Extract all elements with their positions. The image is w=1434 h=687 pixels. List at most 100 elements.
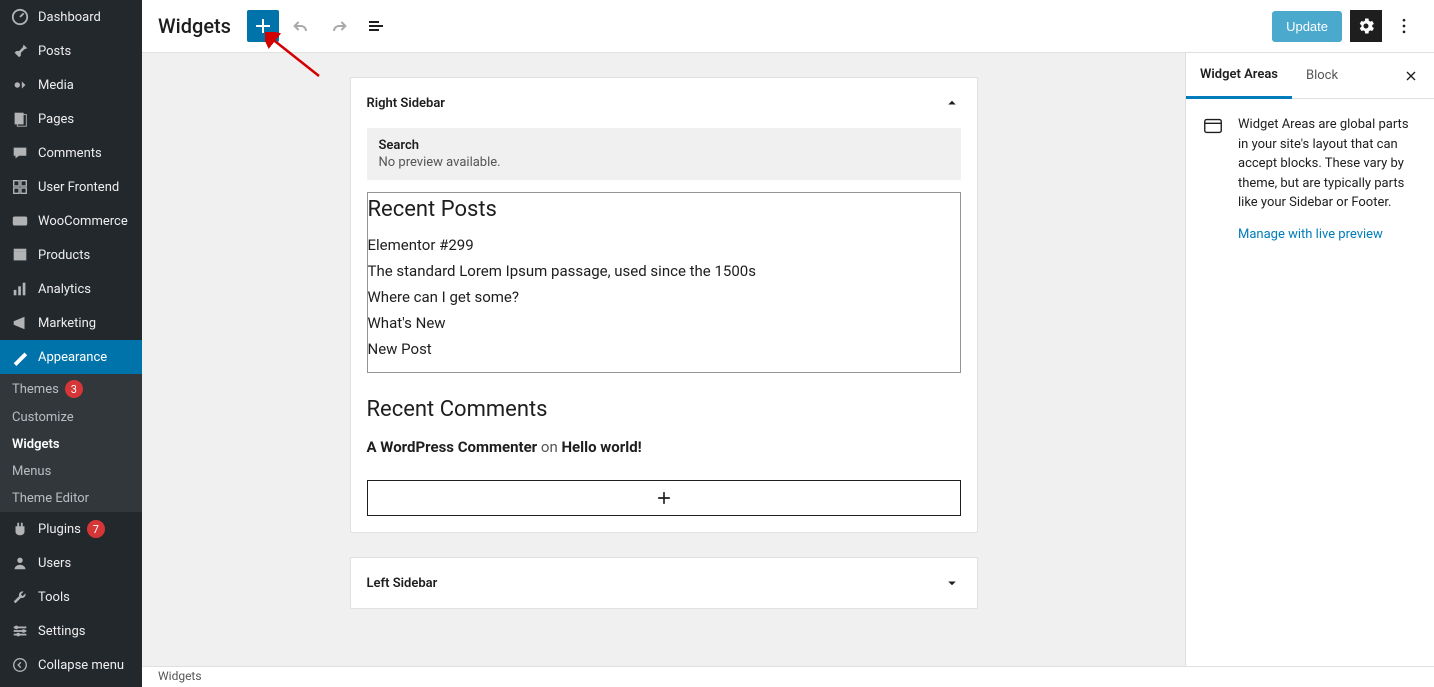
sidebar-item-label: Appearance bbox=[38, 350, 107, 365]
sidebar-item-users[interactable]: Users bbox=[0, 546, 142, 580]
submenu-label: Customize bbox=[12, 410, 74, 425]
recent-comments-block[interactable]: Recent Comments A WordPress Commenter on… bbox=[367, 389, 961, 456]
sidebar-item-label: User Frontend bbox=[38, 180, 119, 195]
submenu-item-menus[interactable]: Menus bbox=[0, 458, 142, 485]
sidebar-item-marketing[interactable]: Marketing bbox=[0, 306, 142, 340]
submenu-item-theme-editor[interactable]: Theme Editor bbox=[0, 485, 142, 512]
submenu-item-themes[interactable]: Themes 3 bbox=[0, 374, 142, 404]
appearance-icon bbox=[10, 347, 30, 367]
submenu-label: Menus bbox=[12, 464, 51, 479]
analytics-icon bbox=[10, 279, 30, 299]
sidebar-item-analytics[interactable]: Analytics bbox=[0, 272, 142, 306]
sidebar-item-label: Plugins bbox=[38, 522, 81, 537]
submenu-label: Themes bbox=[12, 382, 59, 397]
userfrontend-icon bbox=[10, 177, 30, 197]
submenu-item-customize[interactable]: Customize bbox=[0, 404, 142, 431]
editor-header: Widgets Update bbox=[142, 0, 1434, 53]
widget-area-header[interactable]: Right Sidebar bbox=[351, 78, 977, 128]
tab-widget-areas[interactable]: Widget Areas bbox=[1186, 53, 1292, 99]
plus-icon bbox=[654, 488, 674, 508]
recent-post-item[interactable]: Where can I get some? bbox=[368, 284, 960, 310]
block-title: Recent Comments bbox=[367, 389, 961, 438]
sidebar-item-label: Media bbox=[38, 78, 74, 93]
panel-description: Widget Areas are global parts in your si… bbox=[1238, 115, 1418, 213]
sidebar-item-label: Comments bbox=[38, 146, 102, 161]
chevron-up-icon bbox=[943, 94, 961, 112]
woo-icon bbox=[10, 211, 30, 231]
comment-post: Hello world! bbox=[561, 438, 641, 456]
comment-line: A WordPress Commenter on Hello world! bbox=[367, 438, 961, 456]
add-block-button[interactable] bbox=[367, 480, 961, 516]
sidebar-item-dashboard[interactable]: Dashboard bbox=[0, 0, 142, 34]
recent-post-item[interactable]: What's New bbox=[368, 310, 960, 336]
submenu-item-widgets[interactable]: Widgets bbox=[0, 431, 142, 458]
sidebar-item-media[interactable]: Media bbox=[0, 68, 142, 102]
badge: 7 bbox=[87, 520, 105, 538]
settings-icon bbox=[10, 621, 30, 641]
recent-posts-block[interactable]: Recent Posts Elementor #299The standard … bbox=[367, 192, 961, 373]
sidebar-item-products[interactable]: Products bbox=[0, 238, 142, 272]
comment-on: on bbox=[537, 438, 561, 456]
comments-icon bbox=[10, 143, 30, 163]
widget-area-title: Left Sidebar bbox=[367, 576, 438, 591]
widget-areas-icon bbox=[1202, 115, 1226, 242]
legacy-widget-subtitle: No preview available. bbox=[379, 155, 949, 170]
widget-area-header[interactable]: Left Sidebar bbox=[351, 558, 977, 608]
widget-area-right-sidebar: Right Sidebar Search No preview availabl… bbox=[350, 77, 978, 533]
sidebar-item-plugins[interactable]: Plugins 7 bbox=[0, 512, 142, 546]
sidebar-item-settings[interactable]: Settings bbox=[0, 614, 142, 648]
sidebar-item-label: Tools bbox=[38, 590, 70, 605]
collapse-icon bbox=[10, 655, 30, 675]
badge: 3 bbox=[65, 380, 83, 398]
sidebar-item-appearance[interactable]: Appearance bbox=[0, 340, 142, 374]
legacy-widget-search[interactable]: Search No preview available. bbox=[367, 128, 961, 180]
settings-button[interactable] bbox=[1350, 10, 1382, 42]
settings-tabs: Widget Areas Block bbox=[1186, 53, 1434, 99]
sidebar-item-label: Products bbox=[38, 248, 90, 263]
widget-area-title: Right Sidebar bbox=[367, 96, 445, 111]
sidebar-item-label: Analytics bbox=[38, 282, 91, 297]
manage-live-preview-link[interactable]: Manage with live preview bbox=[1238, 227, 1418, 242]
add-block-toggle[interactable] bbox=[247, 10, 279, 42]
chevron-down-icon bbox=[943, 574, 961, 592]
users-icon bbox=[10, 553, 30, 573]
update-button[interactable]: Update bbox=[1272, 11, 1342, 42]
sidebar-item-posts[interactable]: Posts bbox=[0, 34, 142, 68]
sidebar-item-pages[interactable]: Pages bbox=[0, 102, 142, 136]
redo-button[interactable] bbox=[323, 10, 355, 42]
page-title: Widgets bbox=[158, 14, 231, 38]
sidebar-item-label: WooCommerce bbox=[38, 214, 128, 229]
close-panel-button[interactable] bbox=[1396, 61, 1426, 91]
sidebar-item-label: Marketing bbox=[38, 316, 96, 331]
sidebar-item-collapse-menu[interactable]: Collapse menu bbox=[0, 648, 142, 682]
tools-icon bbox=[10, 587, 30, 607]
widget-area-left-sidebar: Left Sidebar bbox=[350, 557, 978, 609]
list-view-button[interactable] bbox=[361, 10, 393, 42]
pin-icon bbox=[10, 41, 30, 61]
undo-button[interactable] bbox=[285, 10, 317, 42]
sidebar-item-label: Posts bbox=[38, 44, 71, 59]
sidebar-item-label: Pages bbox=[38, 112, 74, 127]
media-icon bbox=[10, 75, 30, 95]
sidebar-item-comments[interactable]: Comments bbox=[0, 136, 142, 170]
sidebar-item-label: Dashboard bbox=[38, 10, 101, 25]
products-icon bbox=[10, 245, 30, 265]
breadcrumb: Widgets bbox=[142, 666, 1434, 687]
sidebar-item-user-frontend[interactable]: User Frontend bbox=[0, 170, 142, 204]
breadcrumb-item[interactable]: Widgets bbox=[158, 669, 202, 683]
recent-post-item[interactable]: New Post bbox=[368, 336, 960, 362]
recent-post-item[interactable]: The standard Lorem Ipsum passage, used s… bbox=[368, 258, 960, 284]
admin-sidebar: Dashboard Posts Media Pages Comments User Fro… bbox=[0, 0, 142, 687]
settings-panel: Widget Areas Block Widget Areas are glob… bbox=[1185, 53, 1434, 666]
sidebar-item-woocommerce[interactable]: WooCommerce bbox=[0, 204, 142, 238]
legacy-widget-title: Search bbox=[379, 138, 949, 153]
recent-post-item[interactable]: Elementor #299 bbox=[368, 232, 960, 258]
tab-block[interactable]: Block bbox=[1292, 54, 1352, 97]
block-title: Recent Posts bbox=[368, 195, 960, 232]
more-options-button[interactable] bbox=[1390, 10, 1418, 42]
editor-canvas: Right Sidebar Search No preview availabl… bbox=[142, 53, 1185, 666]
comment-author: A WordPress Commenter bbox=[367, 438, 538, 456]
pages-icon bbox=[10, 109, 30, 129]
sidebar-item-tools[interactable]: Tools bbox=[0, 580, 142, 614]
submenu-label: Widgets bbox=[12, 437, 60, 452]
